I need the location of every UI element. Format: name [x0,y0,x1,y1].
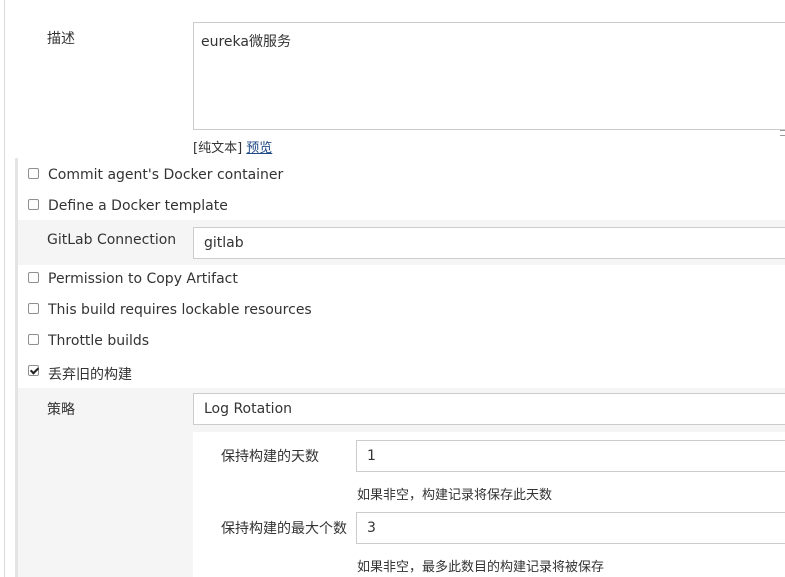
commit-docker-label[interactable]: Commit agent's Docker container [48,167,283,183]
define-docker-checkbox[interactable] [28,199,39,210]
description-textarea[interactable]: eureka微服务 [193,22,785,130]
plain-text-label: [纯文本] [193,141,243,156]
days-to-keep-help: 如果非空，构建记录将保存此天数 [357,488,553,503]
permission-copy-label[interactable]: Permission to Copy Artifact [48,271,238,287]
strategy-select[interactable]: Log Rotation [193,393,785,425]
lockable-resources-checkbox[interactable] [28,303,39,314]
description-format-row: [纯文本] 预览 [193,137,272,156]
days-to-keep-input[interactable]: 1 [356,440,785,472]
define-docker-label[interactable]: Define a Docker template [48,198,228,214]
permission-copy-checkbox[interactable] [28,272,39,283]
max-builds-help: 如果非空，最多此数目的构建记录将被保存 [357,560,605,575]
max-builds-input[interactable]: 3 [356,512,785,544]
left-border [4,0,5,577]
description-label: 描述 [47,31,75,47]
preview-link[interactable]: 预览 [246,141,272,156]
commit-docker-checkbox[interactable] [28,168,39,179]
discard-old-builds-label[interactable]: 丢弃旧的构建 [48,364,132,384]
gitlab-connection-label: GitLab Connection [47,232,177,248]
throttle-builds-checkbox[interactable] [28,334,39,345]
days-to-keep-label: 保持构建的天数 [221,449,319,465]
max-builds-label: 保持构建的最大个数 [221,521,347,537]
throttle-builds-label[interactable]: Throttle builds [48,333,149,349]
strategy-label: 策略 [47,402,75,418]
discard-old-builds-checkbox[interactable] [28,365,39,376]
textarea-resize-handle[interactable] [780,130,785,136]
lockable-resources-label[interactable]: This build requires lockable resources [48,302,312,318]
gitlab-connection-input[interactable]: gitlab [193,227,785,259]
